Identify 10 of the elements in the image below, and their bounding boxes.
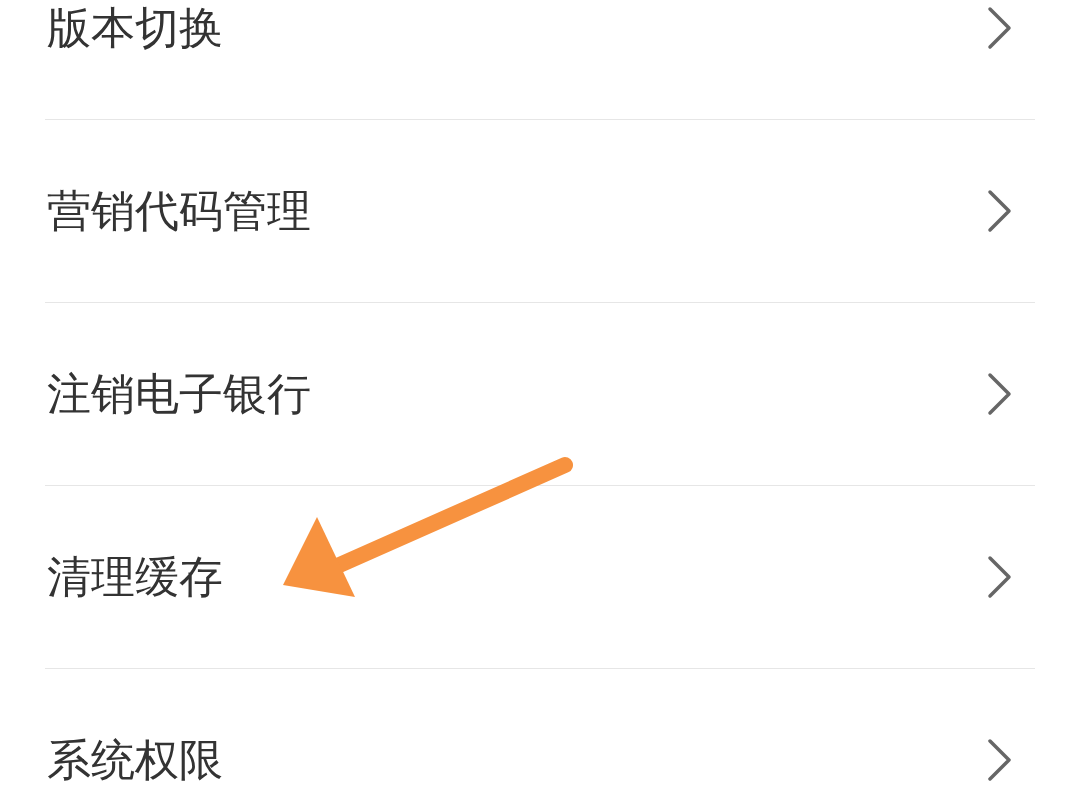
chevron-right-icon xyxy=(987,6,1013,50)
chevron-right-icon xyxy=(987,555,1013,599)
settings-label[interactable]: 营销代码管理 xyxy=(45,181,311,241)
chevron-right-icon xyxy=(987,372,1013,416)
settings-label[interactable]: 清理缓存 xyxy=(45,547,223,607)
settings-label[interactable]: 注销电子银行 xyxy=(45,364,311,424)
settings-label[interactable]: 系统权限 xyxy=(45,730,223,790)
chevron-right-icon xyxy=(987,738,1013,782)
settings-label[interactable]: 版本切换 xyxy=(45,0,223,58)
chevron-right-icon xyxy=(987,189,1013,233)
